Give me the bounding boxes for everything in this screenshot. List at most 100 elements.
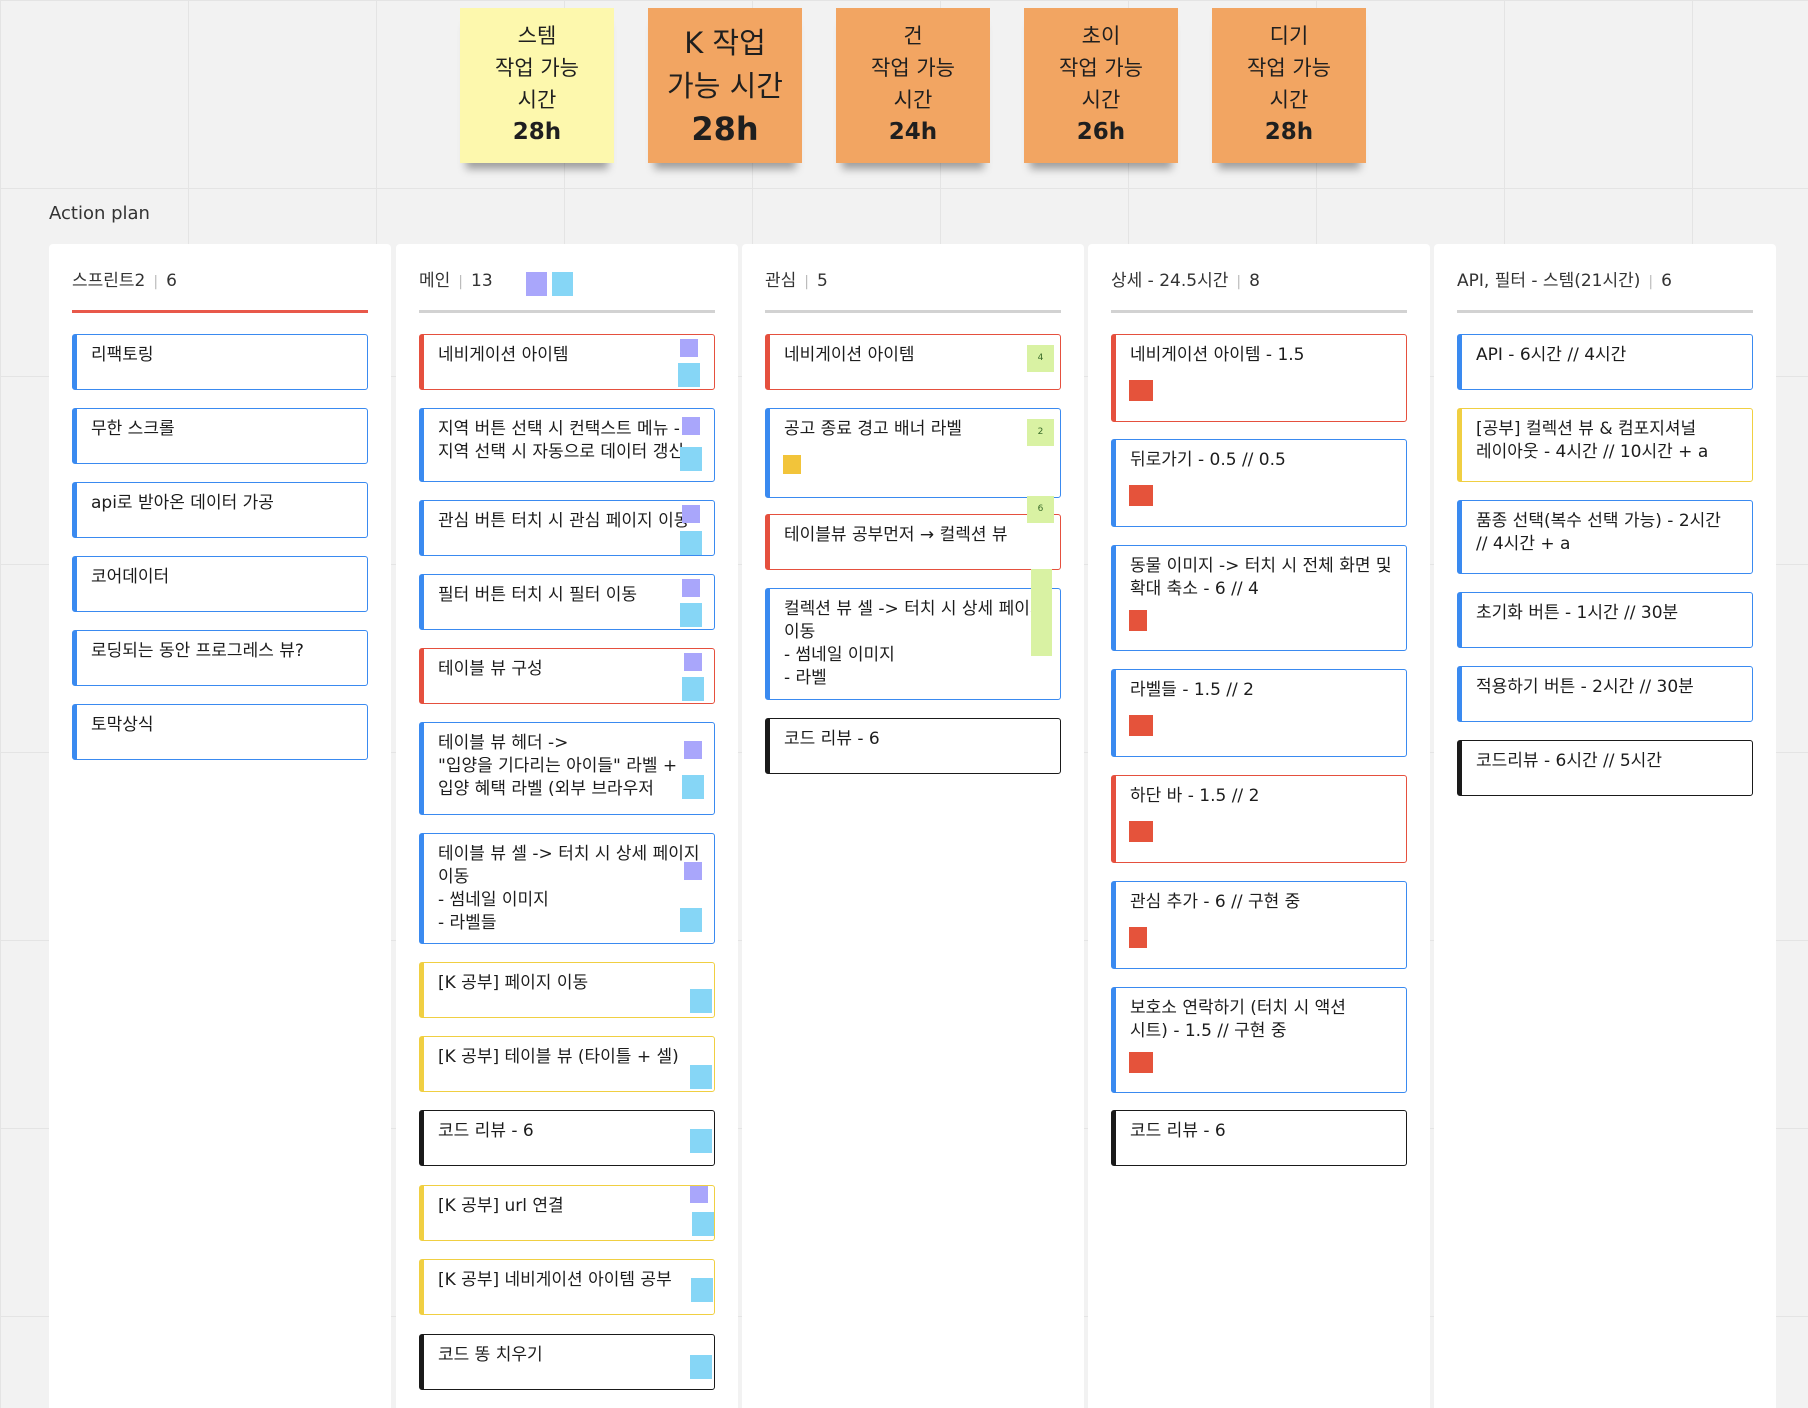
sticky-note-stem[interactable]: 스템 작업 가능 시간 28h bbox=[460, 8, 614, 163]
cyan-tag-swatch bbox=[690, 1129, 712, 1153]
kanban-card[interactable]: 로딩되는 동안 프로그레스 뷰? bbox=[72, 630, 368, 686]
sticky-label: K 작업 bbox=[684, 26, 766, 60]
sticky-note-gun[interactable]: 건 작업 가능 시간 24h bbox=[836, 8, 990, 163]
sticky-hours: 26h bbox=[1076, 119, 1126, 145]
kanban-card[interactable]: api로 받아온 데이터 가공 bbox=[72, 482, 368, 538]
section-title: Action plan bbox=[49, 203, 150, 224]
kanban-card[interactable]: 코드리뷰 - 6시간 // 5시간 bbox=[1457, 740, 1753, 796]
lime-count-tag: 2 bbox=[1027, 419, 1054, 446]
card-text: [공부] 컬렉션 뷰 & 컴포지셔널 bbox=[1476, 419, 1697, 439]
card-text: 동물 이미지 -> 터치 시 전체 화면 및 bbox=[1130, 556, 1392, 576]
kanban-card[interactable]: [K 공부] 네비게이션 아이템 공부 bbox=[419, 1259, 715, 1315]
kanban-card[interactable]: 적용하기 버튼 - 2시간 // 30분 bbox=[1457, 666, 1753, 722]
card-text: - 썸네일 이미지 bbox=[784, 645, 895, 665]
column-count: 6 bbox=[1661, 271, 1672, 291]
card-text: 이동 bbox=[784, 622, 816, 642]
kanban-card[interactable]: 지역 버튼 선택 시 컨택스트 메뉴 - 지역 선택 시 자동으로 데이터 갱신 bbox=[419, 408, 715, 482]
card-text: - 라벨들 bbox=[438, 913, 497, 933]
sticky-label: 시간 bbox=[517, 88, 557, 112]
kanban-card[interactable]: 공고 종료 경고 배너 라벨 2 bbox=[765, 408, 1061, 498]
kanban-card[interactable]: 필터 버튼 터치 시 필터 이동 bbox=[419, 574, 715, 630]
sticky-note-k[interactable]: K 작업 가능 시간 28h bbox=[648, 8, 802, 163]
card-text: - 썸네일 이미지 bbox=[438, 890, 549, 910]
card-text: 필터 버튼 터치 시 필터 이동 bbox=[438, 585, 638, 605]
card-text: 레이아웃 - 4시간 // 10시간 + a bbox=[1476, 442, 1709, 462]
kanban-card[interactable]: 관심 추가 - 6 // 구현 중 bbox=[1111, 881, 1407, 969]
kanban-card[interactable]: [K 공부] 테이블 뷰 (타이틀 + 셀) bbox=[419, 1036, 715, 1092]
kanban-card[interactable]: 네비게이션 아이템 - 1.5 bbox=[1111, 334, 1407, 422]
card-text: [K 공부] 페이지 이동 bbox=[438, 973, 589, 993]
card-text: API - 6시간 // 4시간 bbox=[1476, 345, 1627, 365]
card-text: 관심 추가 - 6 // 구현 중 bbox=[1130, 892, 1301, 912]
kanban-card[interactable]: 품종 선택(복수 선택 가능) - 2시간 // 4시간 + a bbox=[1457, 500, 1753, 574]
card-text: 시트) - 1.5 // 구현 중 bbox=[1130, 1021, 1287, 1041]
kanban-card[interactable]: 뒤로가기 - 0.5 // 0.5 bbox=[1111, 439, 1407, 527]
kanban-card[interactable]: 라벨들 - 1.5 // 2 bbox=[1111, 669, 1407, 757]
card-text: 무한 스크롤 bbox=[91, 419, 175, 439]
kanban-card[interactable]: [공부] 컬렉션 뷰 & 컴포지셔널레이아웃 - 4시간 // 10시간 + a bbox=[1457, 408, 1753, 482]
column-header[interactable]: API, 필터 - 스템(21시간) | 6 bbox=[1457, 266, 1753, 313]
kanban-card[interactable]: 테이블 뷰 헤더 -> "입양을 기다리는 아이들" 라벨 + 입양 혜택 라벨 (… bbox=[419, 722, 715, 815]
sticky-label: 시간 bbox=[1269, 88, 1309, 112]
card-text: [K 공부] url 연결 bbox=[438, 1196, 564, 1216]
orange-tag-swatch bbox=[1129, 1052, 1153, 1073]
column-header[interactable]: 스프린트2 | 6 bbox=[72, 266, 368, 313]
card-text: 네비게이션 아이템 - 1.5 bbox=[1130, 345, 1305, 365]
kanban-card[interactable]: 동물 이미지 -> 터치 시 전체 화면 및확대 축소 - 6 // 4 bbox=[1111, 545, 1407, 651]
kanban-card[interactable]: 코어데이터 bbox=[72, 556, 368, 612]
orange-tag-swatch bbox=[1129, 821, 1153, 842]
kanban-card[interactable]: 네비게이션 아이템 bbox=[419, 334, 715, 390]
purple-tag-swatch bbox=[684, 653, 702, 671]
kanban-card[interactable]: 관심 버튼 터치 시 관심 페이지 이동 bbox=[419, 500, 715, 556]
purple-tag-swatch bbox=[682, 505, 700, 523]
card-text: 네비게이션 아이템 bbox=[784, 345, 915, 365]
purple-tag-swatch bbox=[682, 579, 700, 597]
kanban-card[interactable]: 테이블 뷰 구성 bbox=[419, 648, 715, 704]
kanban-card[interactable]: 코드 리뷰 - 6 bbox=[1111, 1110, 1407, 1166]
column-header[interactable]: 상세 - 24.5시간 | 8 bbox=[1111, 266, 1407, 313]
kanban-card[interactable]: 하단 바 - 1.5 // 2 bbox=[1111, 775, 1407, 863]
card-text: 확대 축소 - 6 // 4 bbox=[1130, 579, 1259, 599]
kanban-column-sprint2: 스프린트2 | 6 리팩토링 무한 스크롤 api로 받아온 데이터 가공 코어데이… bbox=[49, 244, 391, 1408]
sticky-label: 가능 시간 bbox=[667, 69, 783, 103]
kanban-card[interactable]: 테이블뷰 공부먼저 → 컬렉션 뷰 6 bbox=[765, 496, 1061, 570]
kanban-column-api-filter: API, 필터 - 스템(21시간) | 6 API - 6시간 // 4시간 [공… bbox=[1434, 244, 1776, 1408]
kanban-card[interactable]: 코드 똥 치우기 bbox=[419, 1334, 715, 1390]
card-text: 라벨들 - 1.5 // 2 bbox=[1130, 680, 1254, 700]
card-text: 입양 혜택 라벨 (외부 브라우저 bbox=[438, 779, 654, 799]
kanban-card[interactable]: 코드 리뷰 - 6 bbox=[765, 718, 1061, 774]
kanban-card[interactable]: 초기화 버튼 - 1시간 // 30분 bbox=[1457, 592, 1753, 648]
kanban-card[interactable]: [K 공부] 페이지 이동 bbox=[419, 962, 715, 1018]
sticky-hours: 24h bbox=[888, 119, 938, 145]
sticky-note-digi[interactable]: 디기 작업 가능 시간 28h bbox=[1212, 8, 1366, 163]
sticky-name: 디기 bbox=[1269, 24, 1309, 48]
sticky-note-choi[interactable]: 초이 작업 가능 시간 26h bbox=[1024, 8, 1178, 163]
card-text: 코드 리뷰 - 6 bbox=[784, 729, 880, 749]
card-text: 토막상식 bbox=[91, 715, 154, 735]
column-header[interactable]: 관심 | 5 bbox=[765, 266, 1061, 313]
orange-tag-swatch bbox=[1129, 485, 1153, 506]
kanban-card[interactable]: 리팩토링 bbox=[72, 334, 368, 390]
kanban-column-detail: 상세 - 24.5시간 | 8 네비게이션 아이템 - 1.5 뒤로가기 - 0.5… bbox=[1088, 244, 1430, 1408]
kanban-card[interactable]: API - 6시간 // 4시간 bbox=[1457, 334, 1753, 390]
column-count: 13 bbox=[471, 271, 493, 291]
kanban-card[interactable]: 무한 스크롤 bbox=[72, 408, 368, 464]
orange-tag-swatch bbox=[1129, 927, 1147, 948]
card-text: 코드리뷰 - 6시간 // 5시간 bbox=[1476, 751, 1662, 771]
kanban-card[interactable]: 테이블 뷰 셀 -> 터치 시 상세 페이지 이동 - 썸네일 이미지 - 라벨들 bbox=[419, 833, 715, 944]
card-text: 초기화 버튼 - 1시간 // 30분 bbox=[1476, 603, 1679, 623]
sticky-name: 건 bbox=[903, 24, 923, 48]
card-text: 공고 종료 경고 배너 라벨 bbox=[784, 419, 963, 439]
kanban-card[interactable]: 보호소 연락하기 (터치 시 액션 시트) - 1.5 // 구현 중 bbox=[1111, 987, 1407, 1093]
kanban-card[interactable]: [K 공부] url 연결 bbox=[419, 1185, 715, 1241]
kanban-card[interactable]: 네비게이션 아이템 4 bbox=[765, 334, 1061, 390]
card-text: 리팩토링 bbox=[91, 345, 154, 365]
card-text: api로 받아온 데이터 가공 bbox=[91, 493, 274, 513]
kanban-card[interactable]: 토막상식 bbox=[72, 704, 368, 760]
orange-tag-swatch bbox=[1129, 715, 1153, 736]
sticky-hours: 28h bbox=[512, 119, 562, 145]
kanban-column-main: 메인 | 13 네비게이션 아이템 지역 버튼 선택 시 컨택스트 메뉴 - 지역 선… bbox=[396, 244, 738, 1408]
kanban-card[interactable]: 컬렉션 뷰 셀 -> 터치 시 상세 페이지 이동 - 썸네일 이미지 - 라벨 bbox=[765, 569, 1061, 700]
kanban-card[interactable]: 코드 리뷰 - 6 bbox=[419, 1110, 715, 1166]
sticky-label: 작업 가능 bbox=[495, 56, 579, 80]
